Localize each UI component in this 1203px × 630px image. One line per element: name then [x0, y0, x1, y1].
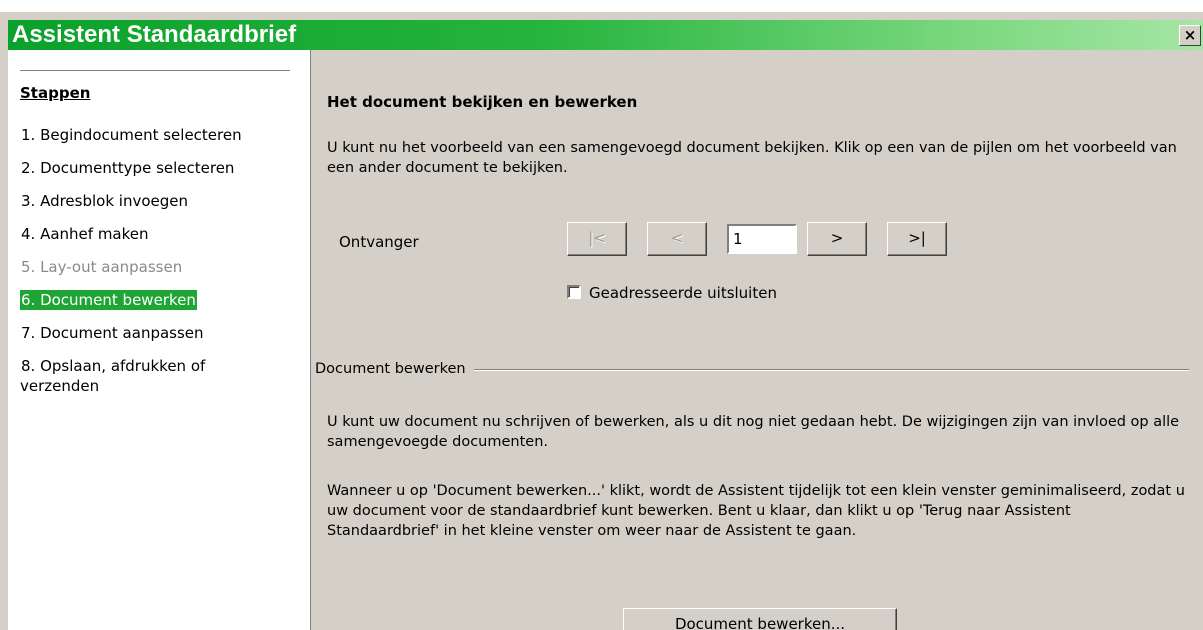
step-1[interactable]: 1. Begindocument selecteren [20, 122, 305, 155]
last-record-button[interactable]: >| [887, 222, 947, 256]
main-panel: Het document bekijken en bewerken U kunt… [311, 50, 1203, 630]
mail-merge-wizard-window: Assistent Standaardbrief × Stappen 1. Be… [0, 12, 1203, 630]
close-button[interactable]: × [1179, 25, 1201, 46]
exclude-recipient-checkbox[interactable] [567, 285, 581, 299]
edit-document-button[interactable]: Document bewerken... [623, 608, 897, 630]
recipient-label: Ontvanger [339, 233, 419, 251]
step-5: 5. Lay-out aanpassen [21, 258, 183, 276]
edit-info-paragraph-2: Wanneer u op 'Document bewerken...' klik… [327, 483, 1185, 539]
steps-list: 1. Begindocument selecteren 2. Documentt… [20, 122, 305, 395]
sidebar-divider [20, 70, 290, 71]
next-record-button[interactable]: > [807, 222, 867, 256]
step-7[interactable]: 7. Document aanpassen [20, 320, 305, 353]
step-6[interactable]: 6. Document bewerken [20, 287, 305, 320]
steps-sidebar: Stappen 1. Begindocument selecteren 2. D… [8, 50, 311, 630]
edit-group-label: Document bewerken [315, 361, 474, 377]
intro-text: U kunt nu het voorbeeld van een samengev… [327, 140, 1177, 176]
step-8[interactable]: 8. Opslaan, afdrukken of verzenden [20, 353, 275, 395]
title-bar[interactable]: Assistent Standaardbrief × [8, 20, 1203, 50]
first-record-button[interactable]: |< [567, 222, 627, 256]
window-title: Assistent Standaardbrief [12, 21, 297, 48]
record-number-input[interactable] [727, 224, 797, 254]
exclude-recipient-label: Geadresseerde uitsluiten [589, 284, 777, 302]
exclude-recipient-checkbox-row[interactable]: Geadresseerde uitsluiten [567, 284, 777, 302]
close-icon: × [1183, 26, 1197, 44]
step-2[interactable]: 2. Documenttype selecteren [20, 155, 305, 188]
page-heading: Het document bekijken en bewerken [327, 93, 638, 111]
steps-title: Stappen [20, 84, 91, 102]
edit-info-paragraph-1: U kunt uw document nu schrijven of bewer… [327, 414, 1180, 450]
step-4[interactable]: 4. Aanhef maken [20, 221, 305, 254]
step-3[interactable]: 3. Adresblok invoegen [20, 188, 305, 221]
previous-record-button[interactable]: < [647, 222, 707, 256]
